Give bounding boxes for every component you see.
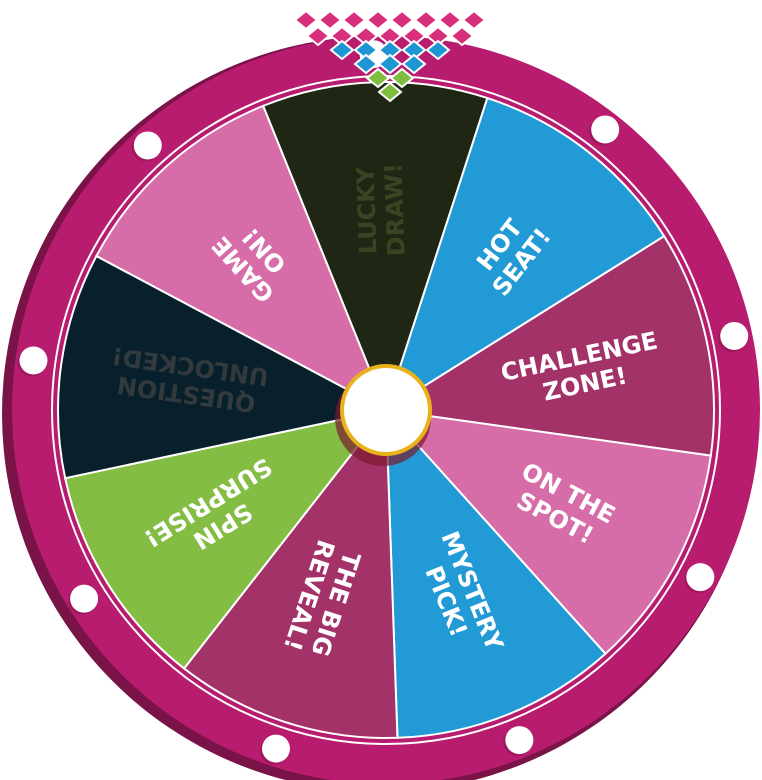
pointer-tile xyxy=(317,9,343,31)
rim-peg xyxy=(261,734,290,763)
segment-label-line: LUCKY xyxy=(351,166,382,255)
rim-peg xyxy=(505,726,534,755)
wheel-of-fortune[interactable]: LUCKYDRAW! HOTSEAT!CHALLENGEZONE!ON THESP… xyxy=(0,0,762,780)
pointer-tile xyxy=(293,9,319,31)
rim-peg xyxy=(686,563,715,592)
hub-center[interactable] xyxy=(344,368,428,452)
rim-peg xyxy=(591,115,620,144)
rim-peg xyxy=(19,346,48,375)
pointer-tile xyxy=(437,9,463,31)
rim-peg xyxy=(720,321,749,350)
segment-label-text: LUCKYDRAW! xyxy=(351,162,410,257)
pointer-tile xyxy=(413,9,439,31)
segment-label: LUCKYDRAW! xyxy=(351,162,410,257)
rim-peg xyxy=(70,584,99,613)
pointer-tile xyxy=(461,9,487,31)
segment-label-line: DRAW! xyxy=(379,162,410,256)
pointer-tile xyxy=(341,9,367,31)
pointer-tile xyxy=(365,9,391,31)
pointer-tile xyxy=(389,9,415,31)
rim-peg xyxy=(133,131,162,160)
